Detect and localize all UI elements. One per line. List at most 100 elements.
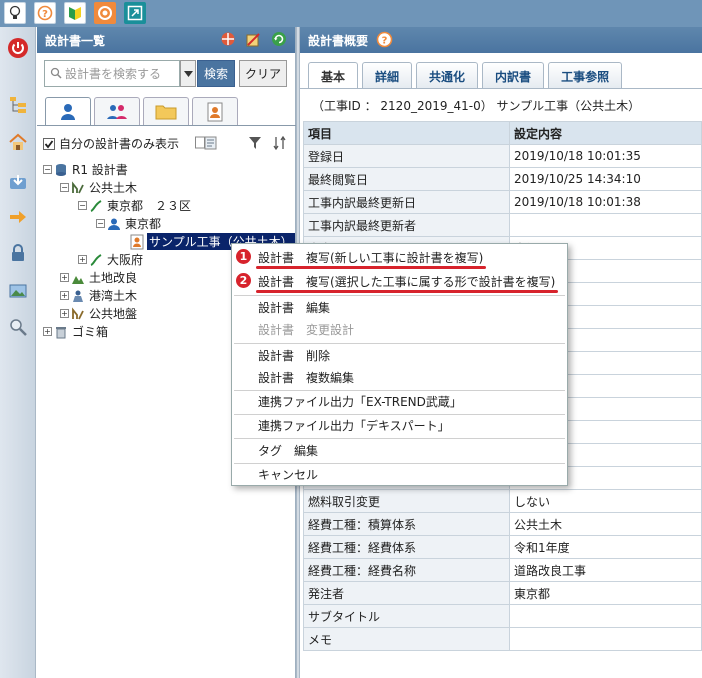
table-row[interactable]: 最終閲覧日 2019/10/25 14:34:10 — [303, 167, 702, 191]
highlight-underline — [256, 266, 486, 269]
group-icon — [107, 104, 127, 119]
port-icon — [73, 290, 83, 302]
tree-label: 東京都 — [125, 217, 162, 231]
image-icon[interactable] — [6, 279, 30, 303]
tree-toggle[interactable]: − — [96, 219, 105, 228]
table-row[interactable]: 燃料取引変更 しない — [303, 489, 702, 513]
menu-item-tag-edit[interactable]: タグ 編集 — [232, 439, 567, 462]
tree-node[interactable]: − 東京都 ２３区 — [78, 197, 191, 214]
side-toolbar — [0, 27, 36, 678]
row-label: 経費工種：経費名称 — [303, 558, 510, 582]
tab-basic[interactable]: 基本 — [308, 62, 359, 89]
expand-icon[interactable] — [124, 2, 146, 24]
civil-icon — [72, 180, 84, 193]
row-value: 2019/10/25 14:34:10 — [509, 167, 702, 191]
tab-document[interactable] — [192, 97, 238, 125]
ground-icon — [72, 306, 84, 319]
tree-toggle[interactable]: + — [60, 309, 69, 318]
clipboard-icon[interactable] — [245, 31, 261, 50]
document-person-icon — [130, 234, 144, 249]
menu-item-cancel[interactable]: キャンセル — [232, 463, 567, 486]
table-row[interactable]: 経費工種：経費体系 令和1年度 — [303, 535, 702, 559]
tree-toggle[interactable]: − — [60, 183, 69, 192]
row-value — [509, 627, 702, 651]
sort-icon[interactable] — [273, 135, 287, 153]
tree-toggle[interactable]: + — [78, 255, 87, 264]
tree-view-icon[interactable] — [6, 93, 30, 117]
tree-label: 港湾土木 — [89, 289, 138, 303]
help-icon[interactable]: ? — [376, 31, 393, 51]
row-label: 発注者 — [303, 581, 510, 605]
folder-icon — [155, 105, 177, 119]
row-value — [509, 213, 702, 237]
table-row[interactable]: 工事内訳最終更新日 2019/10/18 10:01:38 — [303, 190, 702, 214]
row-label: 工事内訳最終更新日 — [303, 190, 510, 214]
tree-toggle[interactable]: + — [43, 327, 52, 336]
own-only-checkbox[interactable] — [43, 137, 55, 150]
tab-group[interactable] — [94, 97, 140, 125]
tree-label: 土地改良 — [89, 271, 138, 285]
road-icon — [90, 199, 102, 212]
row-value: 2019/10/18 10:01:35 — [509, 144, 702, 168]
power-icon[interactable] — [6, 36, 30, 60]
table-row[interactable]: 経費工種：積算体系 公共土木 — [303, 512, 702, 536]
own-only-checkbox-row[interactable]: 自分の設計書のみ表示 — [43, 135, 179, 152]
menu-item-bulk-edit[interactable]: 設計書 複数編集 — [232, 366, 567, 389]
lock-icon[interactable] — [6, 241, 30, 265]
tree-node[interactable]: + ゴミ箱 — [43, 323, 108, 340]
table-row[interactable]: 経費工種：経費名称 道路改良工事 — [303, 558, 702, 582]
tree-node[interactable]: + 港湾土木 — [60, 287, 137, 304]
tab-project-reference[interactable]: 工事参照 — [548, 62, 623, 89]
lightbulb-icon[interactable] — [4, 2, 26, 24]
tab-folder[interactable] — [143, 97, 189, 125]
tree-toggle[interactable]: − — [78, 201, 87, 210]
arrow-right-icon[interactable] — [6, 205, 30, 229]
home-icon[interactable] — [6, 130, 30, 154]
import-icon[interactable] — [6, 170, 30, 194]
tree-node[interactable]: − R1 設計書 — [43, 161, 128, 178]
table-row[interactable]: 発注者 東京都 — [303, 581, 702, 605]
help-icon[interactable]: ? — [34, 2, 56, 24]
menu-item-export-dexpert[interactable]: 連携ファイル出力「デキスパート」 — [232, 414, 567, 437]
tree-node[interactable]: + 公共地盤 — [60, 305, 137, 322]
menu-item-edit[interactable]: 設計書 編集 — [232, 296, 567, 319]
tab-detail[interactable]: 詳細 — [362, 62, 413, 89]
search-dropdown-button[interactable] — [180, 60, 196, 87]
design-list-title: 設計書一覧 — [45, 33, 106, 48]
tree-node[interactable]: − 公共土木 — [60, 179, 137, 196]
table-header-row: 項目 設定内容 — [303, 121, 702, 145]
tab-breakdown[interactable]: 内訳書 — [482, 62, 545, 89]
table-row[interactable]: 工事内訳最終更新者 — [303, 213, 702, 237]
design-summary-title: 設計書概要 — [308, 33, 369, 48]
zoom-icon[interactable] — [6, 315, 30, 339]
tree-toggle[interactable]: + — [60, 291, 69, 300]
tree-toggle[interactable]: + — [60, 273, 69, 282]
tab-common[interactable]: 共通化 — [416, 62, 479, 89]
land-icon — [72, 275, 84, 284]
menu-item-export-ex-trend[interactable]: 連携ファイル出力「EX-TREND武蔵」 — [232, 390, 567, 413]
column-header: 設定内容 — [509, 121, 702, 145]
menu-item-delete[interactable]: 設計書 削除 — [232, 344, 567, 367]
table-row[interactable]: 登録日 2019/10/18 10:01:35 — [303, 144, 702, 168]
search-button[interactable]: 検索 — [197, 60, 235, 87]
tree-toggle[interactable]: − — [43, 165, 52, 174]
tree-node[interactable]: − 東京都 — [96, 215, 161, 232]
tree-node[interactable]: + 土地改良 — [60, 269, 137, 286]
filter-toggle-icon[interactable] — [195, 136, 217, 153]
search-input[interactable]: 設計書を検索する — [44, 60, 180, 87]
clear-button[interactable]: クリア — [239, 60, 287, 87]
beginner-icon[interactable] — [64, 2, 86, 24]
support-icon[interactable] — [94, 2, 116, 24]
target-icon[interactable] — [220, 31, 236, 50]
table-row[interactable]: サブタイトル — [303, 604, 702, 628]
table-row[interactable]: メモ — [303, 627, 702, 651]
tab-person[interactable] — [45, 97, 91, 125]
tree-node[interactable]: + 大阪府 — [78, 251, 143, 268]
refresh-icon[interactable] — [271, 31, 287, 50]
road-icon — [90, 253, 102, 266]
row-label: 工事内訳最終更新者 — [303, 213, 510, 237]
filter-icon[interactable] — [248, 136, 262, 153]
marker-badge-2: 2 — [236, 273, 251, 288]
row-value: 道路改良工事 — [509, 558, 702, 582]
tree-label: 公共地盤 — [89, 307, 138, 321]
